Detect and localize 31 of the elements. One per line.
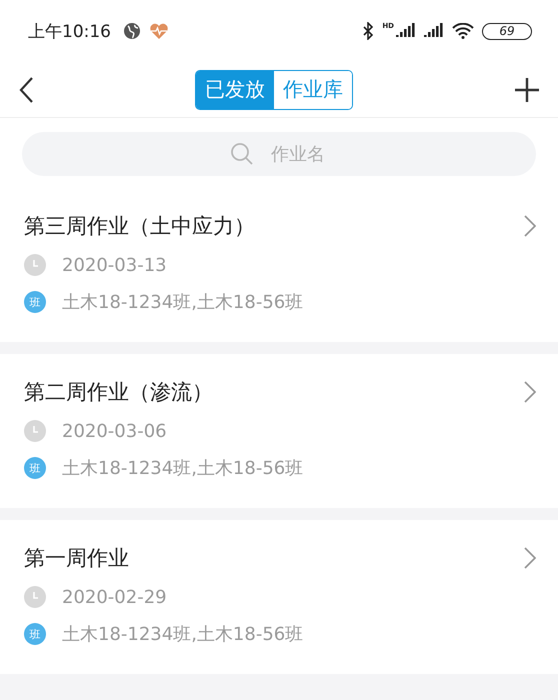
signal-icon [396, 23, 416, 39]
signal-icon [424, 23, 444, 39]
class-badge: 班 [24, 291, 46, 313]
assignment-classes: 土木18-1234班,土木18-56班 [62, 291, 304, 314]
clock-icon [24, 254, 46, 276]
assignment-date: 2020-03-13 [62, 254, 167, 276]
assignment-date: 2020-03-06 [62, 420, 167, 442]
globe-icon [123, 22, 141, 40]
battery-indicator: 69 [482, 22, 532, 40]
chevron-right-icon [524, 215, 536, 237]
chevron-right-icon [524, 381, 536, 403]
segment-tab[interactable]: 已发放 [196, 70, 274, 108]
assignment-title: 第二周作业（渗流） [24, 379, 214, 406]
status-time: 上午10:16 [28, 20, 111, 42]
search-icon [230, 142, 254, 166]
assignment-title: 第一周作业 [24, 545, 130, 572]
search-field[interactable]: 作业名 [22, 132, 536, 176]
class-badge: 班 [24, 457, 46, 479]
assignment-title: 第三周作业（土中应力） [24, 213, 256, 240]
bluetooth-icon [362, 22, 374, 40]
clock-icon [24, 586, 46, 608]
back-button[interactable] [18, 76, 34, 104]
assignment-classes: 土木18-1234班,土木18-56班 [62, 457, 304, 480]
class-badge: 班 [24, 623, 46, 645]
clock-icon [24, 420, 46, 442]
wifi-icon [452, 23, 474, 39]
assignment-classes: 土木18-1234班,土木18-56班 [62, 623, 304, 646]
heart-icon [149, 22, 169, 40]
add-button[interactable] [514, 76, 540, 102]
assignment-date: 2020-02-29 [62, 586, 167, 608]
chevron-right-icon [524, 547, 536, 569]
